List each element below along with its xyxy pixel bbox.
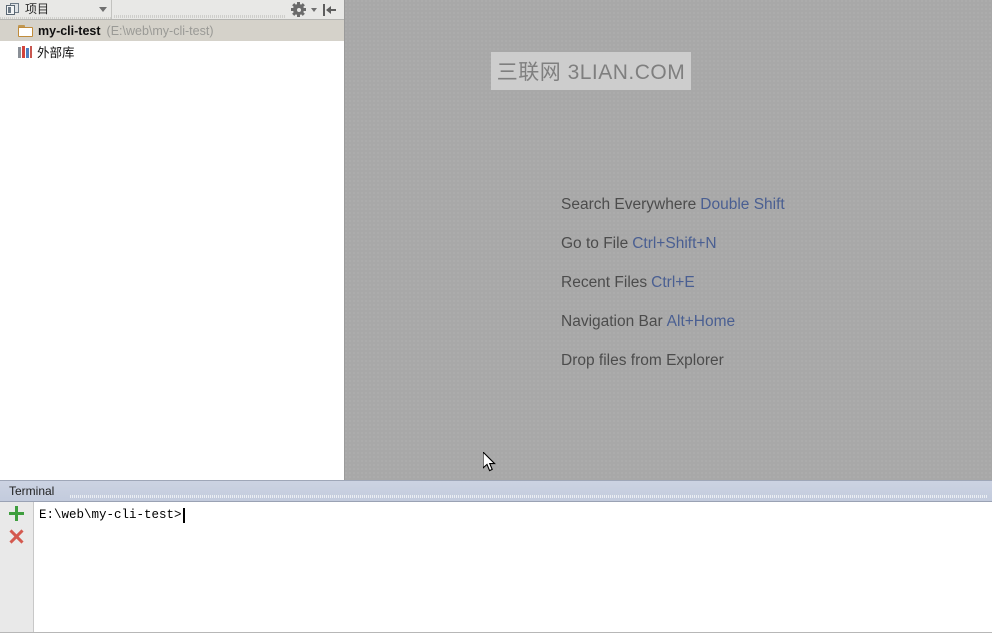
chevron-down-icon[interactable] bbox=[99, 7, 107, 12]
ide-window: 项目 bbox=[0, 0, 992, 633]
shortcut-label: Recent Files bbox=[561, 274, 647, 291]
shortcut-hint-row: Search EverywhereDouble Shift bbox=[561, 185, 961, 224]
plus-icon[interactable] bbox=[9, 506, 24, 521]
shortcut-label: Navigation Bar bbox=[561, 313, 663, 330]
terminal-header-drag-area bbox=[70, 495, 988, 498]
tree-item-path: (E:\web\my-cli-test) bbox=[107, 24, 214, 38]
tree-item-name: my-cli-test bbox=[38, 24, 101, 38]
gear-chevron-down-icon[interactable] bbox=[311, 8, 317, 12]
collapse-all-icon[interactable] bbox=[323, 4, 336, 16]
shortcut-label: Go to File bbox=[561, 235, 628, 252]
project-icon bbox=[6, 3, 20, 16]
shortcut-label: Drop files from Explorer bbox=[561, 352, 724, 369]
shortcut-hint-row: Recent FilesCtrl+E bbox=[561, 263, 961, 302]
shortcut-hint-row: Go to FileCtrl+Shift+N bbox=[561, 224, 961, 263]
library-icon bbox=[18, 46, 32, 58]
folder-icon bbox=[18, 25, 33, 37]
editor-empty-area[interactable]: 三联网 3LIAN.COM Search EverywhereDouble Sh… bbox=[345, 0, 992, 480]
tab-project[interactable]: 项目 bbox=[0, 0, 112, 19]
watermark-text: 三联网 3LIAN.COM bbox=[497, 56, 686, 86]
shortcut-hint-row: Navigation BarAlt+Home bbox=[561, 302, 961, 341]
terminal-prompt-text: E:\web\my-cli-test> bbox=[39, 507, 182, 523]
project-tree: my-cli-test (E:\web\my-cli-test) 外部库 bbox=[0, 20, 344, 62]
terminal-caret bbox=[183, 508, 185, 523]
panel-header-actions bbox=[288, 0, 344, 19]
shortcut-label: Search Everywhere bbox=[561, 196, 696, 213]
tree-item-external-libraries[interactable]: 外部库 bbox=[0, 41, 344, 62]
shortcut-hints: Search EverywhereDouble Shift Go to File… bbox=[561, 185, 961, 380]
close-icon[interactable] bbox=[9, 529, 24, 544]
terminal-body: E:\web\my-cli-test> bbox=[0, 502, 992, 632]
project-panel-header: 项目 bbox=[0, 0, 344, 20]
watermark-badge: 三联网 3LIAN.COM bbox=[491, 52, 691, 90]
terminal-gutter bbox=[0, 502, 34, 632]
shortcut-hint-row: Drop files from Explorer bbox=[561, 341, 961, 380]
panel-header-drag-area bbox=[112, 0, 288, 19]
terminal-tool-window: Terminal E:\web\my-cli-test> bbox=[0, 480, 992, 633]
terminal-prompt-line: E:\web\my-cli-test> bbox=[39, 507, 992, 523]
tab-project-label: 项目 bbox=[25, 0, 49, 19]
terminal-console[interactable]: E:\web\my-cli-test> bbox=[34, 502, 992, 632]
top-region: 项目 bbox=[0, 0, 992, 480]
shortcut-key: Double Shift bbox=[700, 196, 784, 213]
shortcut-key: Ctrl+Shift+N bbox=[632, 235, 716, 252]
tree-item-name: 外部库 bbox=[37, 42, 75, 61]
shortcut-key: Ctrl+E bbox=[651, 274, 695, 291]
gear-icon[interactable] bbox=[292, 3, 305, 16]
shortcut-key: Alt+Home bbox=[667, 313, 736, 330]
project-tool-window: 项目 bbox=[0, 0, 345, 480]
terminal-header[interactable]: Terminal bbox=[0, 480, 992, 502]
tree-item-my-cli-test[interactable]: my-cli-test (E:\web\my-cli-test) bbox=[0, 20, 344, 41]
terminal-title: Terminal bbox=[0, 481, 54, 502]
